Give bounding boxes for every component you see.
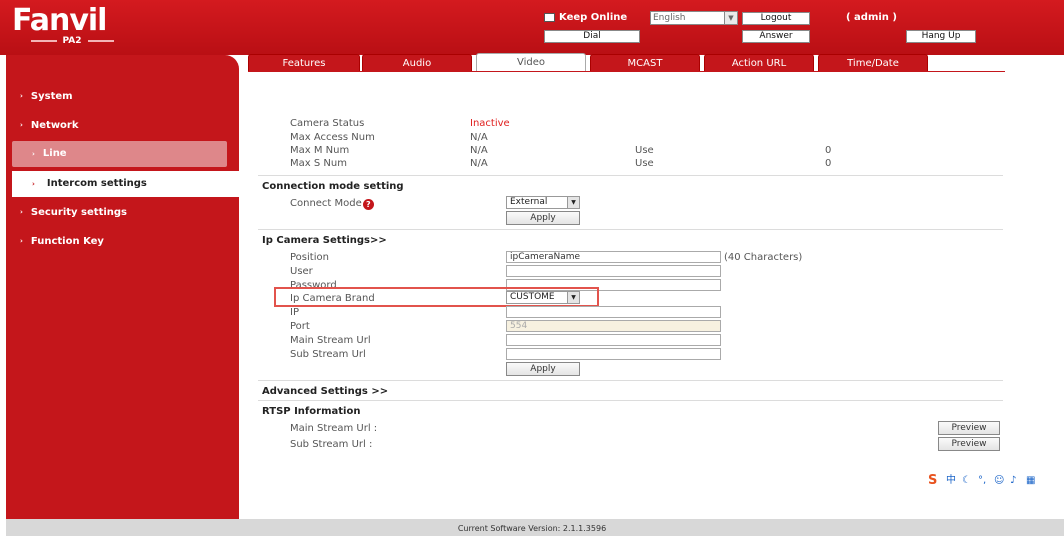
- sub-stream-preview-button[interactable]: Preview: [938, 437, 1000, 451]
- connect-mode-label: Connect Mode?: [290, 198, 374, 210]
- connect-mode-value: External: [510, 197, 548, 207]
- user-input[interactable]: [506, 265, 721, 277]
- main-stream-label: Main Stream Url: [290, 335, 371, 346]
- keyboard-icon[interactable]: ▦: [1026, 474, 1035, 488]
- tab-action-url[interactable]: Action URL: [704, 54, 814, 72]
- sidebar-item-label: Network: [30, 120, 79, 131]
- connection-mode-title: Connection mode setting: [262, 181, 404, 192]
- user-label: User: [290, 266, 313, 277]
- tab-underline: [248, 71, 1005, 72]
- dial-button[interactable]: Dial: [544, 30, 640, 43]
- chevron-right-icon: ›: [20, 237, 23, 245]
- divider: [258, 400, 1003, 401]
- max-s-use-label: Use: [635, 158, 654, 169]
- sidebar-item-label: Intercom settings: [46, 178, 147, 189]
- rtsp-main-stream-label: Main Stream Url :: [290, 423, 378, 434]
- sidebar-item-function-key[interactable]: › Function Key: [20, 236, 104, 247]
- chevron-right-icon: ›: [20, 208, 23, 216]
- max-m-value: N/A: [470, 145, 488, 156]
- max-s-use-value: 0: [825, 158, 832, 169]
- connection-apply-button[interactable]: Apply: [506, 211, 580, 225]
- main-stream-input[interactable]: [506, 334, 721, 346]
- sidebar-item-label: Line: [42, 148, 67, 159]
- chevron-right-icon: ›: [32, 180, 35, 188]
- software-version: Current Software Version: 2.1.1.3596: [457, 524, 607, 533]
- max-m-label: Max M Num: [290, 145, 350, 156]
- tab-video[interactable]: Video: [476, 53, 586, 72]
- max-s-label: Max S Num: [290, 158, 347, 169]
- chevron-right-icon: ›: [32, 150, 35, 158]
- chevron-right-icon: ›: [20, 121, 23, 129]
- sidebar-item-label: Security settings: [30, 207, 128, 218]
- brand-value: CUSTOME: [510, 292, 555, 302]
- rtsp-sub-stream-label: Sub Stream Url :: [290, 439, 373, 450]
- moon-icon[interactable]: ☾: [962, 474, 971, 488]
- max-access-label: Max Access Num: [290, 132, 375, 143]
- chinese-mode-icon[interactable]: 中: [946, 474, 956, 488]
- ip-camera-brand-label: Ip Camera Brand: [290, 293, 375, 304]
- sidebar-item-line[interactable]: › Line: [12, 141, 227, 167]
- connect-mode-select[interactable]: External ▼: [506, 196, 580, 209]
- chevron-down-icon[interactable]: ▼: [724, 12, 737, 24]
- port-input[interactable]: 554: [506, 320, 721, 332]
- ip-camera-settings-title[interactable]: Ip Camera Settings>>: [262, 235, 387, 246]
- top-header-bar: Fanvil PA2: [0, 0, 1064, 55]
- main-stream-preview-button[interactable]: Preview: [938, 421, 1000, 435]
- tab-audio[interactable]: Audio: [362, 54, 472, 72]
- language-select[interactable]: English ▼: [650, 11, 738, 25]
- punctuation-icon[interactable]: °,: [978, 474, 986, 488]
- emoji-icon[interactable]: ☺: [994, 474, 1004, 488]
- sidebar-item-system[interactable]: › System: [20, 91, 73, 102]
- keep-online-label: Keep Online: [559, 12, 628, 23]
- ip-camera-brand-select[interactable]: CUSTOME ▼: [506, 291, 580, 304]
- port-label: Port: [290, 321, 310, 332]
- ime-logo-icon[interactable]: S: [928, 474, 937, 488]
- checkbox-icon[interactable]: [544, 12, 555, 22]
- sidebar-item-label: Function Key: [30, 236, 104, 247]
- divider: [258, 229, 1003, 230]
- logo-text: Fanvil: [12, 3, 107, 38]
- sidebar-item-intercom-settings[interactable]: › Intercom settings: [12, 171, 239, 197]
- keep-online-checkbox[interactable]: Keep Online: [544, 12, 627, 23]
- tab-time-date[interactable]: Time/Date: [818, 54, 928, 72]
- max-m-use-label: Use: [635, 145, 654, 156]
- ime-toolbar: S 中 ☾ °, ☺ ♪ ▦: [928, 474, 1064, 490]
- max-s-value: N/A: [470, 158, 488, 169]
- ip-input[interactable]: [506, 306, 721, 318]
- chevron-right-icon: ›: [20, 92, 23, 100]
- language-value: English: [653, 13, 686, 23]
- fanvil-logo: Fanvil PA2: [12, 3, 132, 47]
- chevron-down-icon[interactable]: ▼: [567, 292, 579, 303]
- position-label: Position: [290, 252, 329, 263]
- sidebar-item-security-settings[interactable]: › Security settings: [20, 207, 127, 218]
- divider: [258, 175, 1003, 176]
- tab-features[interactable]: Features: [248, 54, 360, 72]
- logout-button[interactable]: Logout: [742, 12, 810, 25]
- sub-stream-input[interactable]: [506, 348, 721, 360]
- ip-label: IP: [290, 307, 299, 318]
- help-icon[interactable]: ?: [362, 199, 374, 210]
- divider: [258, 380, 1003, 381]
- chevron-down-icon[interactable]: ▼: [567, 197, 579, 208]
- sidebar-item-network[interactable]: › Network: [20, 120, 79, 131]
- sub-stream-label: Sub Stream Url: [290, 349, 366, 360]
- rtsp-info-title: RTSP Information: [262, 406, 361, 417]
- ip-camera-apply-button[interactable]: Apply: [506, 362, 580, 376]
- camera-status-label: Camera Status: [290, 118, 365, 129]
- model-label: PA2: [12, 36, 132, 46]
- tab-mcast[interactable]: MCAST: [590, 54, 700, 72]
- position-hint: (40 Characters): [724, 252, 803, 263]
- advanced-settings-title[interactable]: Advanced Settings >>: [262, 386, 388, 397]
- user-label: ( admin ): [846, 12, 897, 23]
- connect-mode-text: Connect Mode: [290, 198, 362, 209]
- position-input[interactable]: ipCameraName: [506, 251, 721, 263]
- camera-status-value: Inactive: [470, 118, 510, 129]
- max-m-use-value: 0: [825, 145, 832, 156]
- microphone-icon[interactable]: ♪: [1010, 474, 1016, 488]
- answer-button[interactable]: Answer: [742, 30, 810, 43]
- max-access-value: N/A: [470, 132, 488, 143]
- sidebar-item-label: System: [30, 91, 73, 102]
- hang-up-button[interactable]: Hang Up: [906, 30, 976, 43]
